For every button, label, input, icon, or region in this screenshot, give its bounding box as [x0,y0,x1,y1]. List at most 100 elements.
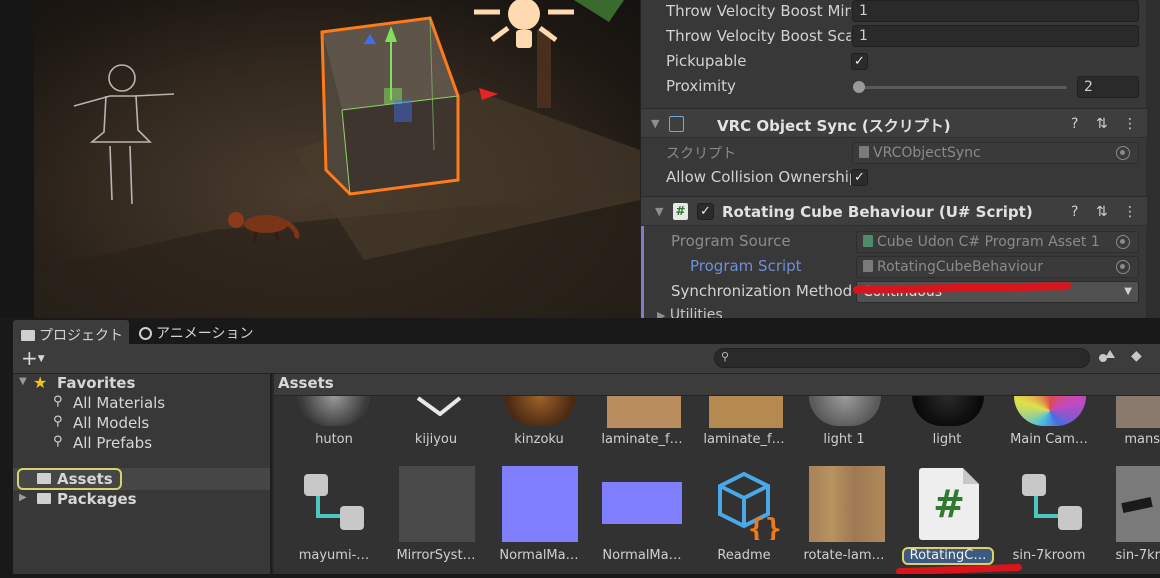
asset-label[interactable]: Main Cam… [999,432,1099,447]
asset-thumb-mayumi[interactable] [304,474,366,532]
asset-thumb-light[interactable] [912,396,984,426]
avatar-model[interactable] [73,64,175,205]
asset-label[interactable]: NormalMa… [592,548,692,563]
favorite-all-prefabs[interactable]: All Prefabs [73,434,152,452]
light-gizmo[interactable] [474,0,574,48]
asset-thumb-normal-map-1[interactable] [502,466,578,542]
tab-animation[interactable]: アニメーション [131,320,261,344]
asset-label[interactable]: laminate_f… [694,432,794,447]
asset-thumb-laminate-1[interactable] [607,396,681,428]
tree-trunk [537,30,551,108]
asset-label[interactable]: light [897,432,997,447]
allow-collision-checkbox[interactable]: ✓ [851,169,868,186]
asset-label[interactable]: rotate-lam… [794,548,894,563]
script-file-icon [863,260,873,272]
foldout-arrow-icon: ▶ [657,309,666,318]
pickupable-checkbox[interactable]: ✓ [851,53,868,70]
object-picker-icon[interactable] [1116,146,1130,160]
allow-collision-label: Allow Collision Ownership [666,168,851,186]
search-input[interactable]: ⚲ [714,348,1090,368]
object-picker-icon[interactable] [1116,260,1130,274]
foldout-arrow-icon[interactable]: ▼ [19,376,27,387]
asset-thumb-kinzoku[interactable] [504,396,576,426]
foldout-arrow-icon[interactable]: ▼ [651,117,659,130]
asset-thumb-sin-7kroom[interactable] [1022,474,1084,532]
kebab-menu-icon[interactable]: ⋮ [1123,116,1137,132]
program-source-value: Cube Udon C# Program Asset 1 [877,234,1100,250]
asset-thumb-main-camera[interactable] [1014,396,1086,426]
asset-label[interactable]: huton [284,432,384,447]
throw-boost-min-label: Throw Velocity Boost Min [666,2,851,20]
scene-view[interactable] [34,0,640,318]
search-icon: ⚲ [721,350,730,363]
filter-by-type-icon[interactable] [1099,350,1115,366]
script-field[interactable]: VRCObjectSync [852,142,1139,164]
asset-label[interactable]: light 1 [794,432,894,447]
presets-icon[interactable]: ⇅ [1096,204,1108,220]
inspector-scrollbar[interactable] [1146,0,1160,318]
udon-asset-icon [863,235,873,247]
asset-thumb-light-1[interactable] [809,396,881,426]
svg-text:{}: {} [748,512,782,540]
asset-thumb-sin-7kr[interactable] [1116,466,1160,542]
utilities-foldout[interactable]: ▶ Utilities [657,307,723,318]
program-script-field[interactable]: RotatingCubeBehaviour [856,256,1139,278]
inspector-panel: Throw Velocity Boost Min 1 Throw Velocit… [640,0,1160,318]
dropdown-arrow-icon: ▼ [1124,286,1132,297]
asset-thumb-rotating-cube-script[interactable]: # [919,468,979,540]
object-picker-icon[interactable] [1116,235,1130,249]
asset-thumb-mans[interactable] [1116,396,1160,428]
rotating-cube-header[interactable]: ▼ # ✓ Rotating Cube Behaviour (U# Script… [641,196,1147,226]
asset-label[interactable]: mans [1094,432,1160,447]
sync-method-label: Synchronization Method [671,282,853,300]
program-script-value: RotatingCubeBehaviour [877,259,1044,275]
add-asset-button[interactable]: +▼ [21,346,45,370]
proximity-slider-thumb[interactable] [853,81,865,93]
asset-label[interactable]: MirrorSyst… [386,548,486,563]
asset-label[interactable]: mayumi-… [284,548,384,563]
tree-item-packages[interactable]: Packages [57,490,137,508]
foldout-arrow-icon[interactable]: ▼ [655,205,663,218]
asset-label[interactable]: sin-7kr [1094,548,1160,563]
star-icon: ★ [33,373,48,392]
annotation-underline [895,563,1023,574]
asset-thumb-readme[interactable]: {} [710,468,782,545]
asset-thumb-kijiyou[interactable] [414,396,464,417]
throw-boost-min-field[interactable]: 1 [852,0,1139,22]
asset-label[interactable]: laminate_f… [592,432,692,447]
help-icon[interactable]: ? [1071,116,1078,132]
favorites-label[interactable]: Favorites [57,374,135,392]
asset-label[interactable]: kinzoku [489,432,589,447]
throw-boost-scale-field[interactable]: 1 [852,25,1139,47]
asset-thumb-laminate-2[interactable] [709,396,783,428]
kebab-menu-icon[interactable]: ⋮ [1123,204,1137,220]
proximity-field[interactable]: 2 [1077,76,1139,98]
help-icon[interactable]: ? [1071,204,1078,220]
proximity-slider-track[interactable] [855,86,1067,89]
project-window: プロジェクト アニメーション +▼ ⚲ ◆ ▼ ★ Favorites ⚲ Al… [13,318,1160,574]
program-script-label: Program Script [690,257,802,275]
asset-thumb-normal-map-2[interactable] [602,482,682,524]
expand-arrow-icon[interactable]: ▶ [19,492,27,503]
tree-leaf [574,0,624,22]
favorite-all-models[interactable]: All Models [73,414,149,432]
scene-left-gutter [0,0,34,318]
tab-project[interactable]: プロジェクト [13,320,129,344]
component-enabled-checkbox[interactable]: ✓ [697,203,714,220]
asset-label[interactable]: sin-7kroom [999,548,1099,563]
presets-icon[interactable]: ⇅ [1096,116,1108,132]
tab-project-label: プロジェクト [39,328,123,344]
asset-label-selected[interactable]: RotatingC… [898,548,998,563]
asset-label[interactable]: NormalMa… [489,548,589,563]
program-source-field[interactable]: Cube Udon C# Program Asset 1 [856,231,1139,253]
object-sync-header[interactable]: ▼ VRC Object Sync (スクリプト) ? ⇅ ⋮ [641,108,1147,138]
filter-by-label-icon[interactable]: ◆ [1131,348,1142,364]
asset-thumb-rotate-laminate[interactable] [809,466,885,542]
asset-label[interactable]: Readme [694,548,794,563]
proximity-label: Proximity [666,77,736,95]
favorite-all-materials[interactable]: All Materials [73,394,165,412]
asset-thumb-huton[interactable] [298,396,370,426]
asset-thumb-mirror-system[interactable] [399,466,475,542]
asset-label[interactable]: kijiyou [386,432,486,447]
tree-item-assets[interactable]: Assets [57,470,113,488]
